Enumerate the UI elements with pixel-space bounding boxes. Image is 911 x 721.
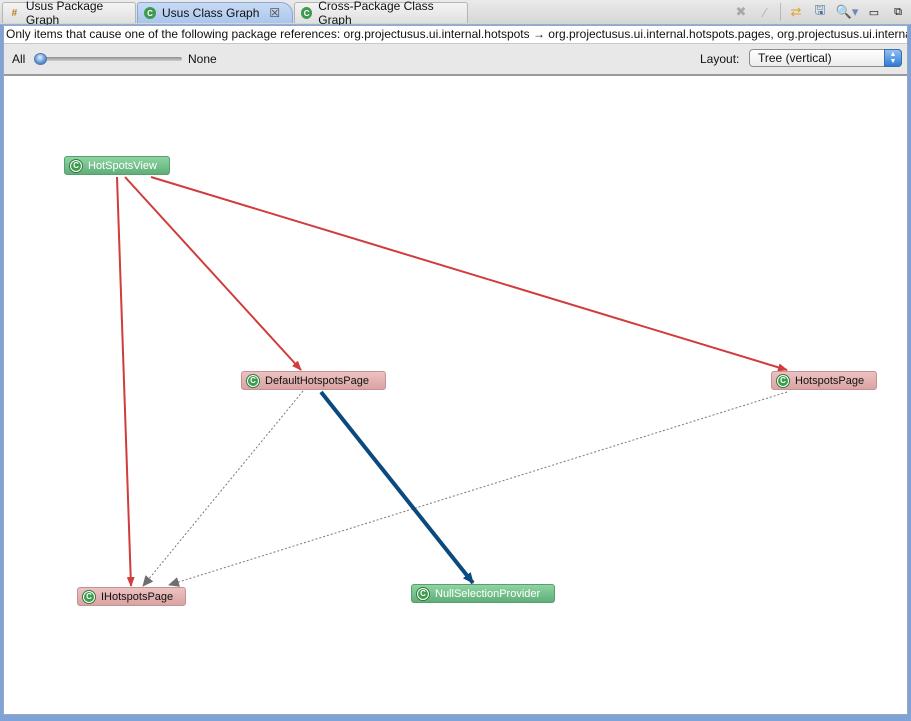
editor-tab-bar: # Usus Package Graph C Usus Class Graph …	[0, 0, 911, 27]
package-reference-info: Only items that cause one of the followi…	[4, 26, 907, 44]
class-icon: C	[83, 590, 95, 603]
tab-cross-package-class-graph[interactable]: C Cross-Package Class Graph	[294, 0, 468, 27]
remove-icon[interactable]: ✖	[732, 3, 750, 21]
layout-label: Layout:	[700, 52, 740, 66]
package-graph-icon: #	[11, 7, 18, 19]
tab-label: Cross-Package Class Graph	[318, 0, 434, 27]
node-label: DefaultHotspotsPage	[265, 374, 369, 387]
edge-defaulthotspotspage-to-nullselectionprovider[interactable]	[319, 390, 475, 585]
tab-label: Usus Class Graph	[162, 6, 260, 20]
node-label: NullSelectionProvider	[435, 587, 541, 600]
tab-usus-package-graph[interactable]: # Usus Package Graph	[2, 0, 136, 27]
class-icon: C	[417, 587, 429, 600]
tab-usus-class-graph[interactable]: C Usus Class Graph ☒	[137, 2, 293, 23]
graph-edges	[116, 176, 788, 587]
node-defaulthotspotspage[interactable]: C DefaultHotspotsPage	[241, 371, 386, 390]
node-nullselectionprovider[interactable]: C NullSelectionProvider	[411, 584, 555, 603]
graph-canvas[interactable]: C HotSpotsView C DefaultHotspotsPage C H…	[4, 75, 907, 714]
select-arrows-icon: ▲ ▼	[884, 49, 902, 67]
class-graph-view: Only items that cause one of the followi…	[3, 25, 908, 715]
layout-select[interactable]: Tree (vertical) ▲ ▼	[749, 49, 902, 67]
filter-slider[interactable]	[34, 53, 182, 65]
edge-hotspotsview-to-ihotspotspage[interactable]	[116, 176, 135, 587]
zoom-icon[interactable]: 🔍▾	[835, 3, 859, 21]
clear-icon[interactable]: ∕	[756, 3, 774, 21]
slider-thumb[interactable]	[34, 53, 47, 65]
edge-defaulthotspotspage-to-ihotspotspage[interactable]	[142, 390, 304, 587]
node-hotspotspage[interactable]: C HotspotsPage	[771, 371, 877, 390]
slider-min-label: All	[12, 52, 26, 66]
close-tab-icon[interactable]: ☒	[269, 6, 280, 20]
class-icon: C	[247, 374, 259, 387]
node-label: HotspotsPage	[795, 374, 865, 387]
node-label: HotSpotsView	[88, 159, 157, 172]
filter-bar: All None Layout: Tree (vertical) ▲ ▼	[4, 44, 907, 76]
slider-track	[36, 57, 182, 61]
node-hotspotsview[interactable]: C HotSpotsView	[64, 156, 170, 175]
cross-package-graph-icon: C	[301, 7, 313, 19]
class-graph-icon: C	[144, 7, 156, 19]
node-label: IHotspotsPage	[101, 590, 174, 603]
edge-hotspotsview-to-defaulthotspotspage[interactable]	[124, 176, 302, 371]
tab-label: Usus Package Graph	[25, 0, 104, 27]
edge-hotspotsview-to-hotspotspage[interactable]	[150, 176, 788, 372]
node-ihotspotspage[interactable]: C IHotspotsPage	[77, 587, 186, 606]
refresh-icon[interactable]: ⇄	[787, 3, 805, 21]
edge-hotspotspage-to-ihotspotspage[interactable]	[168, 391, 788, 587]
save-icon[interactable]: 🖫	[811, 2, 829, 21]
class-icon: C	[777, 374, 789, 387]
maximize-icon[interactable]: ⧉	[889, 3, 907, 21]
view-toolbar: ✖ ∕ ⇄ 🖫 🔍▾ ▭ ⧉	[732, 2, 907, 21]
class-icon: C	[70, 159, 82, 172]
minimize-icon[interactable]: ▭	[865, 3, 883, 21]
slider-max-label: None	[188, 52, 217, 66]
layout-selected-value: Tree (vertical)	[758, 51, 832, 65]
toolbar-separator	[780, 3, 781, 21]
